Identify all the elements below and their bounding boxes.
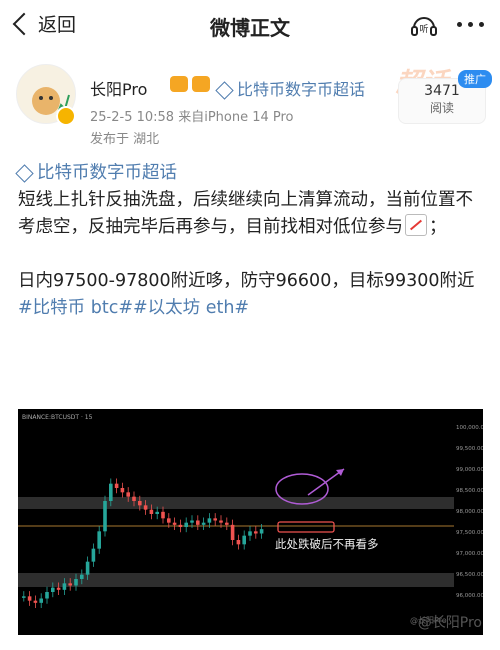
candle [51,587,55,592]
topic-link[interactable]: 比特币数字币超话 [215,76,366,100]
candle [259,529,264,534]
candle [225,522,229,525]
candle [56,587,61,590]
candle [172,522,177,525]
candle [109,483,113,501]
candle [196,520,200,525]
y-tick-label: 98,500.00 [456,488,483,494]
candle [132,496,136,501]
verified-badge-icon [56,106,76,126]
candle [62,583,67,590]
candle [236,540,241,545]
candle [155,511,159,514]
chart-up-emoji-icon [405,214,427,236]
candle [22,596,26,598]
author-name[interactable]: 长阳Pro [90,76,147,100]
post-header: 长阳Pro 比特币数字币超话 25-2-5 10:58 来自iPhone 14 … [0,56,500,151]
candle [80,574,84,579]
candle [149,509,154,514]
candle [201,522,206,525]
resistance-zone [18,497,454,509]
candle [248,531,252,536]
chart-image[interactable]: BINANCE:BTCUSDT · 15 100,000.00 99,500.00 9… [18,409,483,635]
post-location: 发布于 湖北 [90,132,160,147]
body-text-2: 日内97500-97800附近哆，防守96600，目标99300附近 [18,271,475,291]
y-tick-label: 100,000.00 [456,425,483,431]
candle [97,531,101,549]
candle [68,583,72,586]
post-body: 比特币数字币超话 短线上扎针反抽洗盘，后续继续向上清算流动，当前位置不考虑空，反… [15,160,484,322]
candle [126,492,130,497]
promo-badge: 推广 [458,70,492,88]
y-tick-label: 99,500.00 [456,446,483,452]
diamond-icon [15,163,34,183]
nav-bar: 返回 微博正文 听 [0,0,500,50]
medal-icon [170,76,188,92]
candle [242,535,246,545]
medals [170,76,210,92]
candle [219,520,223,523]
candle [178,524,183,527]
image-watermark: @长阳Pro [417,615,482,631]
y-tick-label: 97,500.00 [456,530,483,536]
candle [45,592,49,599]
fish-icon [192,76,210,92]
post-device: 来自iPhone 14 Pro [178,110,294,125]
candle [74,579,78,586]
candle [27,596,32,601]
candle [120,488,125,493]
candle [91,548,96,562]
candle [254,531,258,534]
candle [213,518,217,521]
candle [167,518,171,523]
read-label: 阅读 [429,101,454,115]
post-meta: 25-2-5 10:58 来自iPhone 14 Pro [90,106,294,125]
chart-annotation: 此处跌破后不再看多 [275,537,379,551]
candle [184,522,188,527]
candle [230,524,235,540]
candle [39,598,43,603]
body-topic-label: 比特币数字币超话 [37,163,177,183]
y-tick-label: 96,000.00 [456,593,483,599]
post-time: 25-2-5 10:58 [90,110,175,125]
breakdown-box [277,521,335,533]
candle [114,483,119,488]
listen-icon[interactable]: 听 [410,12,438,38]
candle [207,518,212,523]
candle [161,511,165,519]
arrow-head [336,469,344,476]
body-text-1-tail: ； [429,217,447,237]
candle [85,561,90,575]
y-tick-label: 96,500.00 [456,572,483,578]
candle [138,501,142,506]
diamond-icon [215,81,234,100]
candle [33,600,38,603]
svg-text:听: 听 [419,24,428,35]
topic-label: 比特币数字币超话 [237,80,366,99]
candle [190,520,194,523]
hashtags[interactable]: #比特币 btc##以太坊 eth# [18,295,484,322]
chart-header: BINANCE:BTCUSDT · 15 [22,414,93,421]
candle [103,501,107,532]
y-tick-label: 98,000.00 [456,509,483,515]
more-icon[interactable] [457,22,484,27]
y-tick-label: 97,000.00 [456,551,483,557]
body-topic-link[interactable]: 比特币数字币超话 [15,163,177,183]
candle [143,505,148,510]
y-tick-label: 99,000.00 [456,467,483,473]
